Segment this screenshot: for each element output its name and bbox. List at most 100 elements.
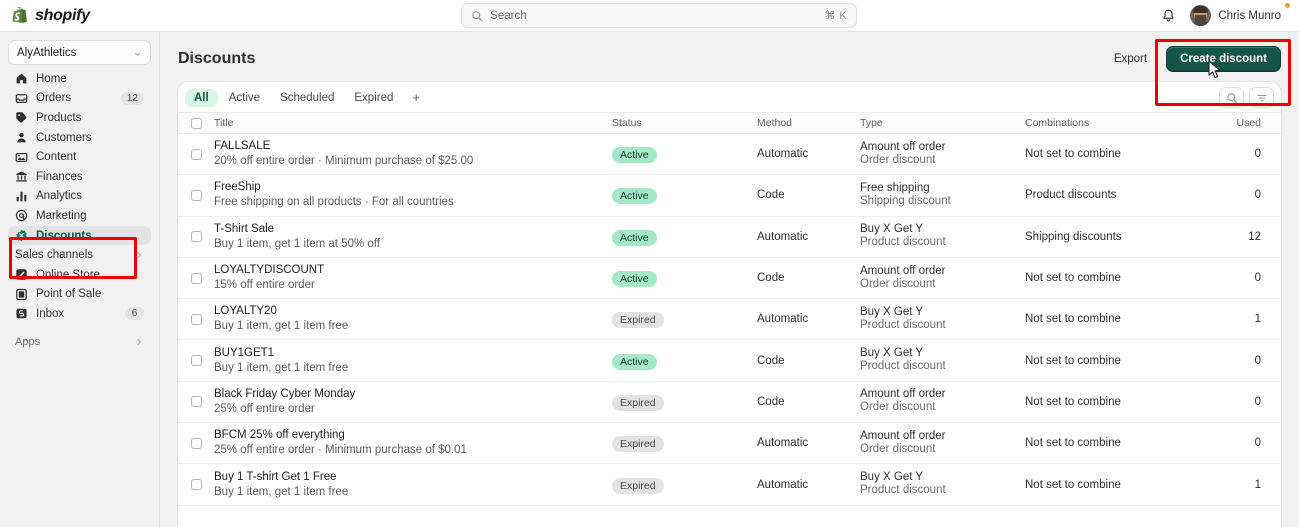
page-title: Discounts [178, 50, 256, 67]
cell-type: Amount off order Order discount [860, 141, 1025, 168]
main-content: Discounts Export Create discount All Act… [160, 32, 1299, 527]
table-row[interactable]: Black Friday Cyber Monday 25% off entire … [178, 381, 1281, 424]
table-row[interactable]: FreeShip Free shipping on all products · … [178, 175, 1281, 217]
discount-subtitle: 25% off entire order · Minimum purchase … [214, 444, 467, 457]
cell-title: BFCM 25% off everything 25% off entire or… [214, 428, 612, 458]
row-checkbox[interactable] [178, 479, 214, 491]
top-bar-right: Chris Munro [1158, 3, 1299, 28]
row-checkbox[interactable] [178, 355, 214, 367]
sidebar-item-products[interactable]: Products [8, 108, 151, 128]
cell-method: Automatic [757, 148, 809, 161]
customers-icon [17, 132, 26, 143]
sidebar-item-label: Online Store [36, 268, 100, 281]
discount-title: FALLSALE [214, 140, 271, 153]
tab-scheduled[interactable]: Scheduled [271, 89, 343, 107]
cell-used: 0 [1254, 354, 1261, 367]
status-badge: Active [612, 229, 657, 246]
column-header-type[interactable]: Type [860, 117, 1025, 129]
sidebar-item-apps[interactable]: Apps [8, 332, 151, 352]
search-filter-button[interactable] [1219, 87, 1244, 108]
column-header-status[interactable]: Status [612, 117, 757, 129]
cell-type: Buy X Get Y Product discount [860, 471, 1025, 498]
cell-used: 0 [1254, 272, 1261, 285]
user-menu-button[interactable]: Chris Munro [1188, 3, 1287, 28]
row-checkbox[interactable] [178, 437, 214, 449]
table-row[interactable]: LOYALTY20 Buy 1 item, get 1 item free Expi… [178, 299, 1281, 341]
tab-expired[interactable]: Expired [345, 89, 402, 107]
discount-subtitle: Buy 1 item, get 1 item at 50% off [214, 237, 380, 250]
search-icon [472, 10, 483, 21]
sidebar-item-customers[interactable]: Customers [8, 128, 151, 148]
sidebar-item-inbox[interactable]: Inbox 6 [8, 304, 151, 324]
cell-title: LOYALTY20 Buy 1 item, get 1 item free [214, 304, 612, 334]
sidebar-item-content[interactable]: Content [8, 147, 151, 167]
cell-method: Automatic [757, 313, 809, 326]
sort-button[interactable] [1249, 87, 1274, 108]
sort-icon [1256, 94, 1267, 101]
table-row[interactable]: T-Shirt Sale Buy 1 item, get 1 item at 50… [178, 216, 1281, 258]
column-header-title[interactable]: Title [214, 117, 612, 129]
table-row[interactable]: LOYALTYDISCOUNT 15% off entire order Activ… [178, 257, 1281, 300]
tab-all[interactable]: All [185, 88, 218, 107]
table-row[interactable]: BUY1GET1 Buy 1 item, get 1 item free Activ… [178, 340, 1281, 382]
create-discount-button[interactable]: Create discount [1166, 46, 1281, 72]
export-button[interactable]: Export [1104, 48, 1157, 70]
sidebar-item-online-store[interactable]: Online Store [8, 265, 151, 285]
cell-combinations: Not set to combine [1025, 354, 1121, 367]
sidebar-item-finances[interactable]: Finances [8, 167, 151, 187]
cell-method: Code [757, 272, 785, 285]
tab-active[interactable]: Active [220, 89, 269, 107]
cell-used: 0 [1254, 395, 1261, 408]
column-header-method[interactable]: Method [757, 117, 860, 129]
cell-method: Code [757, 354, 785, 367]
column-header-combinations[interactable]: Combinations [1025, 117, 1210, 129]
select-all-checkbox[interactable] [178, 117, 214, 129]
orders-count-badge: 12 [120, 91, 144, 105]
cell-method: Code [757, 189, 785, 202]
sidebar-item-home[interactable]: Home [8, 69, 151, 89]
table-row[interactable]: BFCM 25% off everything 25% off entire or… [178, 423, 1281, 465]
cell-combinations: Not set to combine [1025, 437, 1121, 450]
discount-type-sub: Product discount [860, 318, 946, 331]
add-view-button[interactable]: + [404, 89, 428, 106]
discount-type: Amount off order [860, 388, 946, 401]
row-checkbox[interactable] [178, 313, 214, 325]
row-checkbox[interactable] [178, 272, 214, 284]
status-badge: Active [612, 353, 657, 370]
discount-title: LOYALTYDISCOUNT [214, 264, 325, 277]
sidebar-item-label: Inbox [36, 307, 65, 320]
brand[interactable]: shopify [0, 6, 160, 25]
cell-used: 0 [1254, 148, 1261, 161]
discount-subtitle: Buy 1 item, get 1 item free [214, 361, 349, 374]
notification-dot-icon [1285, 3, 1290, 8]
sidebar-item-label: Orders [36, 92, 72, 105]
sidebar-item-label: Point of Sale [36, 288, 102, 301]
discount-title: LOYALTY20 [214, 305, 277, 318]
sidebar-item-marketing[interactable]: Marketing [8, 206, 151, 226]
sidebar-item-analytics[interactable]: Analytics [8, 187, 151, 207]
row-checkbox[interactable] [178, 231, 214, 243]
notifications-button[interactable] [1158, 6, 1178, 26]
sidebar-item-point-of-sale[interactable]: Point of Sale [8, 285, 151, 305]
page-header: Discounts Export Create discount [160, 32, 1299, 82]
table-row[interactable]: Buy 1 T-shirt Get 1 Free Buy 1 item, get … [178, 464, 1281, 506]
cell-method: Automatic [757, 437, 809, 450]
search-input[interactable]: Search ⌘ K [461, 3, 858, 28]
table-row[interactable]: FALLSALE 20% off entire order · Minimum p… [178, 134, 1281, 176]
cell-type: Buy X Get Y Product discount [860, 223, 1025, 250]
row-checkbox[interactable] [178, 396, 214, 408]
point-of-sale-icon [16, 288, 27, 300]
row-checkbox[interactable] [178, 189, 214, 201]
discount-title: T-Shirt Sale [214, 222, 275, 235]
cell-type: Buy X Get Y Product discount [860, 347, 1025, 374]
discount-title: BUY1GET1 [214, 346, 275, 359]
sidebar-item-discounts[interactable]: Discounts [8, 225, 151, 246]
sidebar-item-orders[interactable]: Orders 12 [8, 89, 151, 109]
search-icon [1226, 92, 1237, 103]
row-checkbox[interactable] [178, 148, 214, 160]
cell-status: Active [612, 269, 757, 288]
column-header-used[interactable]: Used [1210, 117, 1281, 129]
store-switcher[interactable]: AlyAthletics [8, 40, 151, 65]
sidebar-item-sales-channels[interactable]: Sales channels [8, 245, 151, 265]
status-badge: Active [612, 188, 657, 205]
